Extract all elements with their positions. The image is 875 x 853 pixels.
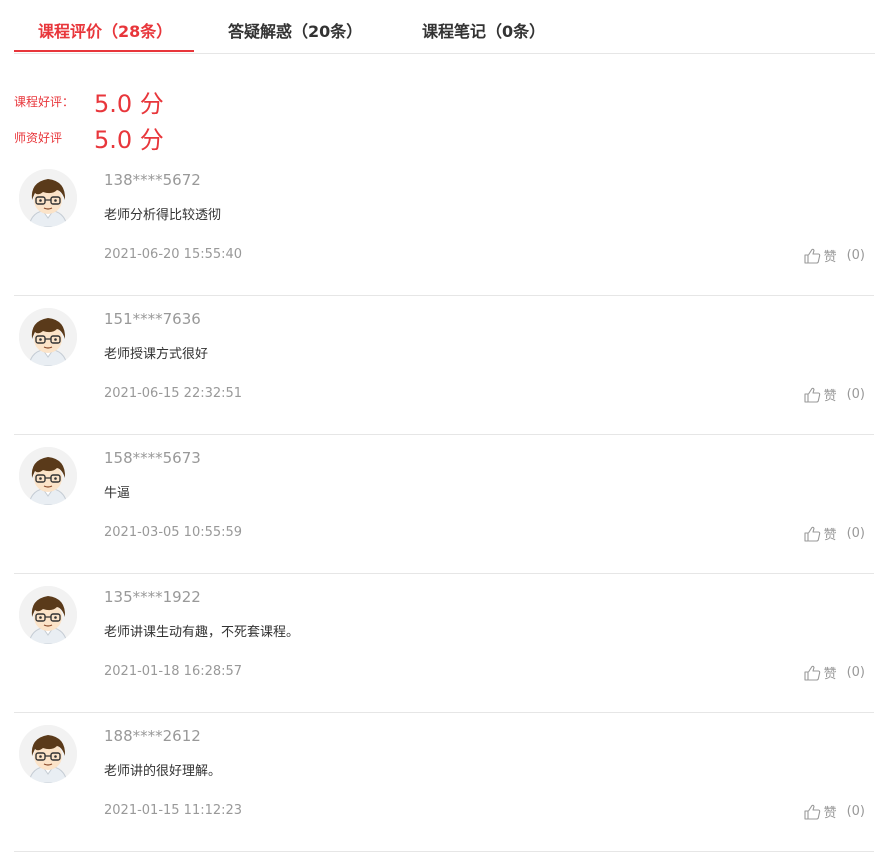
review-timestamp: 2021-01-15 11:12:23	[104, 803, 243, 818]
like-count: (0)	[846, 526, 865, 541]
thumbs-up-icon	[804, 526, 820, 542]
review-content: 牛逼	[104, 486, 131, 501]
teacher-rating: 师资好评 5.0 分	[14, 120, 164, 155]
like-count: (0)	[846, 387, 865, 402]
review-item: 158****5673 牛逼 2021-03-05 10:55:59 赞 (0)	[14, 434, 874, 574]
thumbs-up-icon	[804, 248, 820, 264]
review-item: 138****5672 老师分析得比较透彻 2021-06-20 15:55:4…	[14, 156, 874, 296]
cartoon-avatar-icon	[19, 447, 77, 505]
like-count: (0)	[846, 665, 865, 680]
review-timestamp: 2021-06-15 22:32:51	[104, 386, 243, 401]
review-item: 151****7636 老师授课方式很好 2021-06-15 22:32:51…	[14, 295, 874, 435]
review-username: 151****7636	[104, 310, 201, 328]
like-label: 赞	[823, 806, 837, 821]
like-count: (0)	[846, 804, 865, 819]
thumbs-up-icon	[804, 665, 820, 681]
review-username: 135****1922	[104, 588, 201, 606]
like-button[interactable]: 赞 (0)	[804, 663, 865, 682]
like-count: (0)	[846, 248, 865, 263]
cartoon-avatar-icon	[19, 169, 77, 227]
tab-bar: 课程评价（28条） 答疑解惑（20条） 课程笔记（0条）	[14, 0, 875, 54]
like-button[interactable]: 赞 (0)	[804, 802, 865, 821]
review-item: 188****2612 老师讲的很好理解。 2021-01-15 11:12:2…	[14, 712, 874, 852]
active-tab-indicator	[14, 50, 194, 52]
tab-notes[interactable]: 课程笔记（0条）	[422, 18, 545, 42]
thumbs-up-icon	[804, 387, 820, 403]
like-button[interactable]: 赞 (0)	[804, 524, 865, 543]
thumbs-up-icon	[804, 804, 820, 820]
review-username: 188****2612	[104, 727, 201, 745]
like-label: 赞	[823, 389, 837, 404]
like-button[interactable]: 赞 (0)	[804, 246, 865, 265]
like-label: 赞	[823, 250, 837, 265]
review-content: 老师授课方式很好	[104, 347, 209, 362]
review-timestamp: 2021-06-20 15:55:40	[104, 247, 243, 262]
review-item: 135****1922 老师讲课生动有趣，不死套课程。 2021-01-18 1…	[14, 573, 874, 713]
tab-qa[interactable]: 答疑解惑（20条）	[228, 18, 362, 42]
teacher-rating-value: 5.0 分	[94, 126, 164, 154]
review-username: 138****5672	[104, 171, 201, 189]
cartoon-avatar-icon	[19, 308, 77, 366]
review-timestamp: 2021-01-18 16:28:57	[104, 664, 243, 679]
like-label: 赞	[823, 667, 837, 682]
course-rating-value: 5.0 分	[94, 90, 164, 118]
review-content: 老师讲的很好理解。	[104, 764, 222, 779]
tab-course-reviews[interactable]: 课程评价（28条）	[38, 18, 172, 42]
like-button[interactable]: 赞 (0)	[804, 385, 865, 404]
like-label: 赞	[823, 528, 837, 543]
course-rating-label: 课程好评：	[14, 95, 75, 109]
cartoon-avatar-icon	[19, 586, 77, 644]
review-content: 老师讲课生动有趣，不死套课程。	[104, 625, 300, 640]
course-rating: 课程好评： 5.0 分	[14, 84, 164, 119]
teacher-rating-label: 师资好评	[14, 131, 63, 145]
cartoon-avatar-icon	[19, 725, 77, 783]
review-timestamp: 2021-03-05 10:55:59	[104, 525, 243, 540]
review-username: 158****5673	[104, 449, 201, 467]
review-content: 老师分析得比较透彻	[104, 208, 222, 223]
